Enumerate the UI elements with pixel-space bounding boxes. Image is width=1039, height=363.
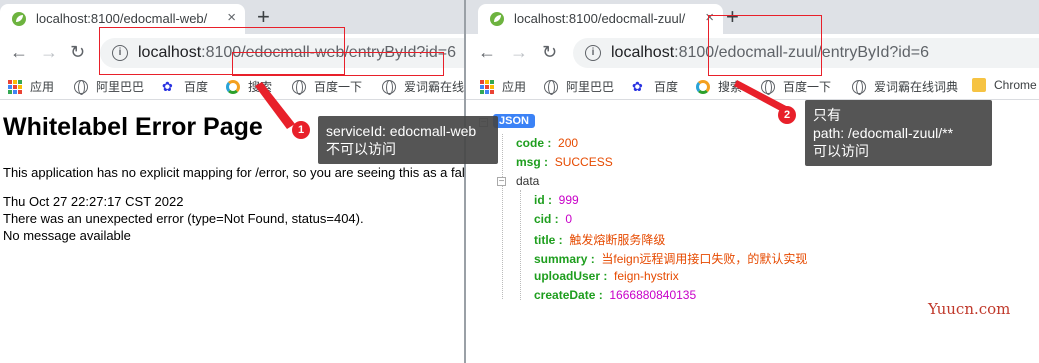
apps-grid-icon (8, 79, 22, 94)
bookmark-iciba[interactable]: 爱词霸在线词典 (382, 78, 465, 95)
annotation-marker-2: 2 (778, 106, 796, 124)
search-360-icon (696, 79, 710, 94)
bookmark-apps[interactable]: 应用 (480, 78, 526, 95)
bookmark-baidu[interactable]: ✿ 百度 (632, 78, 678, 95)
spring-leaf-icon (490, 12, 504, 26)
folder-icon (972, 78, 986, 92)
bookmark-alibaba[interactable]: 阿里巴巴 (544, 78, 614, 95)
tree-guide-line (502, 134, 503, 299)
spring-leaf-icon (12, 12, 26, 26)
forward-button[interactable]: → (510, 42, 528, 62)
tab-title: localhost:8100/edocmall-zuul/ (514, 11, 686, 26)
browser-tab[interactable]: localhost:8100/edocmall-zuul/ × (478, 4, 723, 34)
baidu-paw-icon: ✿ (162, 78, 173, 94)
globe-icon (74, 79, 88, 95)
tree-guide-line (520, 190, 521, 300)
url-host: localhost (611, 44, 675, 61)
new-tab-button[interactable]: + (257, 6, 270, 28)
json-row-title: title : 触发熔断服务降级 (534, 233, 666, 247)
collapse-data-icon[interactable]: − (497, 177, 506, 187)
annotation-marker-1: 1 (292, 121, 310, 139)
annotation-box-left-path (232, 52, 444, 76)
annotation-callout-1: serviceId: edocmall-web 不可以访问 (318, 116, 498, 164)
error-page-title: Whitelabel Error Page (3, 113, 263, 141)
json-row-msg: msg : SUCCESS (516, 155, 613, 169)
tab-title: localhost:8100/edocmall-web/ (36, 11, 208, 26)
json-row-createdate: createDate : 1666880840135 (534, 288, 697, 302)
bookmark-search[interactable]: 搜索 (226, 78, 272, 95)
error-description: This application has no explicit mapping… (3, 165, 465, 180)
json-row-uploaduser: uploadUser : feign-hystrix (534, 269, 679, 283)
bookmarks-bar: 应用 阿里巴巴 ✿百度 搜索 百度一下 爱词霸在线词典 (0, 72, 465, 100)
globe-icon (761, 79, 775, 95)
json-row-code: code : 200 (516, 136, 579, 150)
json-row-data: data (516, 174, 540, 188)
annotation-box-right-path (708, 15, 822, 76)
globe-icon (382, 79, 396, 95)
error-timestamp: Thu Oct 27 22:27:17 CST 2022 (3, 194, 184, 209)
bookmark-baidu-yixia[interactable]: 百度一下 (292, 78, 362, 95)
json-row-cid: cid : 0 (534, 212, 573, 226)
bookmark-iciba[interactable]: 爱词霸在线词典 (852, 78, 958, 95)
back-button[interactable]: ← (10, 42, 28, 62)
search-360-icon (226, 79, 240, 94)
globe-icon (292, 79, 306, 95)
bookmark-apps[interactable]: 应用 (8, 78, 54, 95)
watermark-text: Yuucn.com (928, 300, 1011, 318)
reload-button[interactable]: ↻ (70, 42, 85, 62)
json-row-summary: summary : 当feign远程调用接口失败，的默认实现 (534, 252, 808, 266)
bookmark-baidu-yixia[interactable]: 百度一下 (761, 78, 831, 95)
json-row-id: id : 999 (534, 193, 579, 207)
bookmark-alibaba[interactable]: 阿里巴巴 (74, 78, 144, 95)
bookmarks-bar: 应用 阿里巴巴 ✿ 百度 搜索 百度一下 爱词霸在线词典 Chrome (466, 72, 1039, 100)
bookmark-search[interactable]: 搜索 (696, 78, 742, 95)
reload-button[interactable]: ↻ (542, 42, 557, 62)
globe-icon (544, 79, 558, 95)
json-badge: JSON (493, 114, 535, 128)
forward-button[interactable]: → (40, 42, 58, 62)
globe-icon (852, 79, 866, 95)
baidu-paw-icon: ✿ (632, 78, 643, 94)
bookmark-chrome[interactable]: Chrome (972, 78, 1037, 92)
close-tab-icon[interactable]: × (227, 10, 236, 26)
bookmark-baidu[interactable]: ✿ 百度 (162, 78, 208, 95)
back-button[interactable]: ← (478, 42, 496, 62)
apps-grid-icon (480, 79, 494, 94)
annotation-callout-2: 只有 path: /edocmall-zuul/** 可以访问 (805, 100, 992, 166)
error-message: No message available (3, 228, 131, 243)
info-icon[interactable]: i (585, 45, 601, 61)
error-type-status: There was an unexpected error (type=Not … (3, 211, 364, 226)
